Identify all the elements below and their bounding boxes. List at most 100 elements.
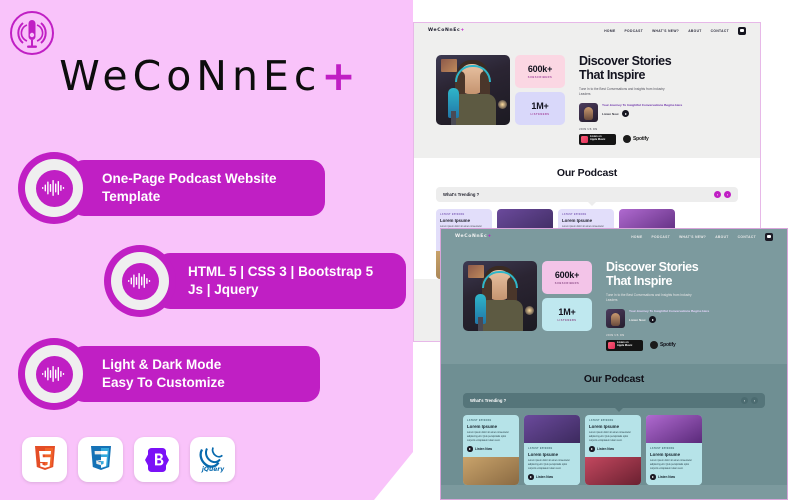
preview-logo-text: WeCoNnEc: [455, 234, 488, 239]
episode-thumbnail: [606, 308, 625, 328]
next-arrow-icon[interactable]: ›: [724, 190, 731, 198]
card-desc: Lorem ipsum dolor sit amet consectetur a…: [467, 430, 509, 443]
podcast-card[interactable]: LATEST EPISODE Lorem Ipsume Lorem ipsum …: [524, 414, 580, 485]
brand-title: WeCoNnEc+: [0, 52, 420, 100]
nav-item-about[interactable]: ABOUT: [715, 235, 728, 239]
badge-line1: One-Page Podcast Website: [102, 171, 277, 187]
podcast-card[interactable]: LATEST EPISODE Lorem Ipsume Lorem ipsum …: [463, 414, 519, 485]
nav-item-whats-new[interactable]: WHAT'S NEW?: [652, 29, 679, 33]
podcast-card[interactable]: LATEST EPISODE Lorem Ipsume Lorem ipsum …: [646, 414, 702, 485]
audio-waveform-icon: [128, 273, 151, 289]
spotify-badge[interactable]: Spotify: [623, 135, 649, 144]
dark-mode-preview[interactable]: WeCoNnEc+ HOME PODCAST WHAT'S NEW? ABOUT…: [440, 228, 788, 500]
card-image: [585, 456, 641, 485]
card-link-label: Listen Now: [536, 475, 554, 480]
nav-item-contact[interactable]: CONTACT: [711, 29, 729, 33]
nav-item-contact[interactable]: CONTACT: [738, 235, 756, 239]
spotify-label: Spotify: [660, 342, 676, 349]
card-eyebrow: LATEST EPISODE: [528, 447, 553, 450]
prev-arrow-icon[interactable]: ‹: [714, 190, 721, 198]
nav-item-whats-new[interactable]: WHAT'S NEW?: [679, 235, 706, 239]
nav-item-home[interactable]: HOME: [604, 29, 615, 33]
card-listen-link[interactable]: Listen Now: [528, 474, 576, 480]
hero-stats: 600k+ SUBSCRIBERS 1M+ LISTENERS: [515, 55, 565, 145]
spotify-icon: [650, 341, 658, 350]
spotify-badge[interactable]: Spotify: [650, 341, 676, 350]
html5-icon: [22, 437, 67, 482]
nav-item-home[interactable]: HOME: [631, 235, 642, 239]
trending-label: What's Trending ?: [443, 191, 480, 197]
podcast-card[interactable]: LATEST EPISODE Lorem Ipsume Lorem ipsum …: [585, 414, 641, 485]
preview-navbar: WeCoNnEc+ HOME PODCAST WHAT'S NEW? ABOUT…: [414, 23, 760, 38]
feature-badge-pill: HTML 5 | CSS 3 | Bootstrap 5 Js | Jquery: [156, 253, 406, 309]
stat-subscribers: 600k+ SUBSCRIBERS: [515, 55, 565, 88]
preview-logo-text: WeCoNnEc: [428, 28, 461, 33]
promo-left-panel: WeCoNnEc+ One-Page Podcast Website Templ…: [0, 0, 436, 500]
stat-subscribers: 600k+ SUBSCRIBERS: [542, 261, 592, 294]
hero-heading-line2: That Inspire: [606, 273, 673, 288]
card-eyebrow: LATEST EPISODE: [440, 213, 465, 216]
listen-label: Listen Now: [629, 317, 646, 322]
play-icon[interactable]: [621, 110, 629, 118]
section-title: Our Podcast: [556, 166, 618, 179]
preview-navbar: WeCoNnEc+ HOME PODCAST WHAT'S NEW? ABOUT…: [441, 229, 787, 244]
feature-badge-pill: One-Page Podcast Website Template: [70, 160, 325, 216]
card-listen-link[interactable]: Listen Now: [650, 474, 698, 480]
card-listen-link[interactable]: Listen Now: [467, 446, 515, 452]
apple-music-badge[interactable]: Listen on Apple Music: [606, 339, 643, 351]
podcast-microphone-icon: [10, 11, 54, 55]
play-icon[interactable]: [648, 316, 656, 324]
preview-logo[interactable]: WeCoNnEc+: [455, 234, 492, 239]
card-link-label: Listen Now: [658, 475, 676, 480]
card-eyebrow: LATEST EPISODE: [562, 213, 587, 216]
card-desc: Lorem ipsum dolor sit amet consectetur a…: [528, 458, 570, 471]
svg-text:jQuery: jQuery: [200, 466, 224, 473]
card-eyebrow: LATEST EPISODE: [467, 419, 492, 422]
card-eyebrow: LATEST EPISODE: [589, 419, 614, 422]
hero-subtitle: Tune In to the Best Conversations and In…: [579, 86, 665, 97]
preview-logo[interactable]: WeCoNnEc+: [428, 28, 465, 33]
card-title: Lorem Ipsume: [528, 451, 559, 457]
nav-item-podcast[interactable]: PODCAST: [652, 235, 671, 239]
prev-arrow-icon[interactable]: ‹: [741, 396, 748, 404]
feature-badge-template: One-Page Podcast Website Template: [18, 152, 325, 224]
preview-hero: 600k+ SUBSCRIBERS 1M+ LISTENERS Discover…: [441, 244, 787, 351]
nav-item-about[interactable]: ABOUT: [688, 29, 701, 33]
spotify-icon: [623, 135, 631, 144]
hero-subtitle: Tune In to the Best Conversations and In…: [606, 292, 692, 303]
apple-music-badge[interactable]: Listen on Apple Music: [579, 133, 616, 145]
card-link-label: Listen Now: [475, 447, 493, 452]
stat-value: 1M+: [558, 307, 576, 317]
card-image: [463, 456, 519, 485]
stat-label: LISTENERS: [557, 319, 577, 322]
stat-value: 600k+: [527, 64, 553, 74]
episode-listen-link[interactable]: Listen Now: [629, 316, 713, 324]
podcast-host-photo: [463, 261, 537, 331]
listen-label: Listen Now: [602, 111, 619, 116]
stat-listeners: 1M+ LISTENERS: [542, 298, 592, 331]
bootstrap-icon: [134, 437, 179, 482]
trending-label: What's Trending ?: [470, 397, 507, 403]
badge-line2: Template: [102, 189, 161, 204]
featured-episode[interactable]: Your Journey To Insightful Conversations…: [579, 102, 738, 122]
theme-toggle-icon[interactable]: [738, 26, 746, 35]
tech-stack-icons: jQuery: [22, 437, 235, 482]
card-listen-link[interactable]: Listen Now: [589, 446, 637, 452]
episode-listen-link[interactable]: Listen Now: [602, 110, 686, 118]
audio-waveform-icon: [42, 180, 65, 196]
badge-line2: Js | Jquery: [188, 282, 259, 297]
badge-circle: [18, 152, 90, 224]
preview-nav-menu: HOME PODCAST WHAT'S NEW? ABOUT CONTACT: [604, 26, 746, 35]
featured-episode[interactable]: Your Journey To Insightful Conversations…: [606, 308, 765, 328]
stat-listeners: 1M+ LISTENERS: [515, 92, 565, 125]
trending-bar: What's Trending ? ‹ ›: [463, 392, 765, 412]
theme-toggle-icon[interactable]: [765, 232, 773, 241]
card-link-label: Listen Now: [597, 447, 615, 452]
card-title: Lorem Ipsume: [589, 423, 620, 429]
card-image: [646, 414, 702, 443]
next-arrow-icon[interactable]: ›: [751, 396, 758, 404]
carousel-arrows: ‹ ›: [714, 190, 731, 198]
preview-hero: 600k+ SUBSCRIBERS 1M+ LISTENERS Discover…: [414, 38, 760, 145]
nav-item-podcast[interactable]: PODCAST: [625, 29, 644, 33]
preview-logo-plus: +: [487, 234, 492, 239]
